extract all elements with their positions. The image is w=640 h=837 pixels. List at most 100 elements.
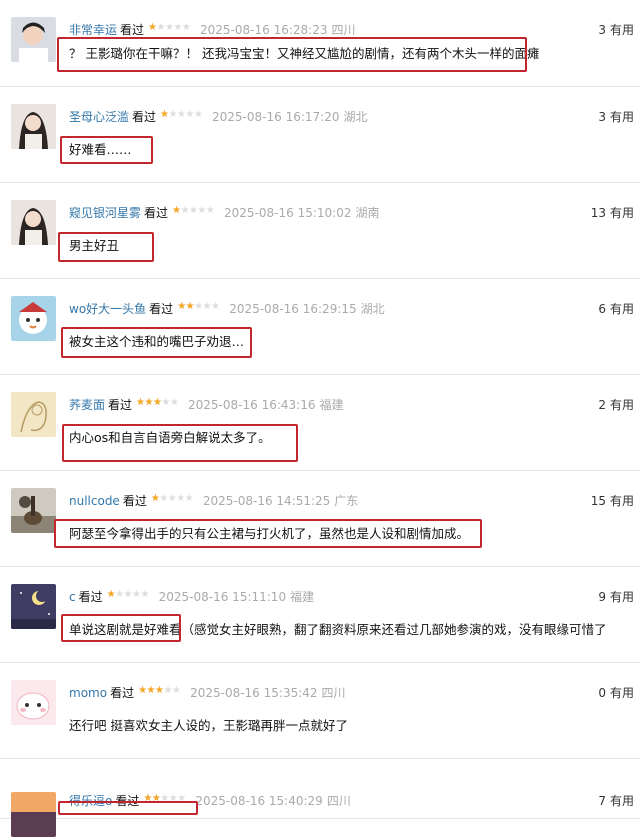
review-location: 广东 xyxy=(334,494,359,508)
useful-count: 13 xyxy=(590,206,606,220)
review-item: momo 看过 ★★★★★ ★★★ 2025-08-16 15:35:42 四川 0 有用 还行… xyxy=(0,663,640,759)
star-filled-icon: ★ xyxy=(172,205,181,216)
rating-stars: ★★★★★ ★ xyxy=(151,493,197,506)
review-time: 2025-08-16 14:51:25 xyxy=(202,494,331,508)
useful-vote[interactable]: 0 有用 xyxy=(598,684,634,702)
star-filled-icon: ★★ xyxy=(177,301,195,312)
useful-vote[interactable]: 7 有用 xyxy=(598,792,634,810)
review-item: 圣母心泛滥 看过 ★★★★★ ★ 2025-08-16 16:17:20 湖北 3 有用 好难看… xyxy=(0,87,640,183)
review-item: nullcode 看过 ★★★★★ ★ 2025-08-16 14:51:25 广东 15 有… xyxy=(0,471,640,567)
user-avatar[interactable] xyxy=(11,792,56,837)
review-item: wo好大一头鱼 看过 ★★★★★ ★★ 2025-08-16 16:29:15 湖北 6 有用… xyxy=(0,279,640,375)
girl-icon xyxy=(11,200,56,245)
username-link[interactable]: c xyxy=(69,590,76,604)
review-meta: c 看过 ★★★★★ ★ 2025-08-16 15:11:10 福建 xyxy=(69,588,314,606)
star-filled-icon: ★ xyxy=(150,493,160,504)
review-time: 2025-08-16 16:29:15 xyxy=(229,302,357,316)
review-time: 2025-08-16 16:28:23 xyxy=(200,23,328,37)
useful-label: 有用 xyxy=(609,302,634,316)
star-filled-icon: ★ xyxy=(148,22,157,33)
rating-stars: ★★★★★ ★★★ xyxy=(136,397,182,410)
watched-label: 看过 xyxy=(110,686,135,700)
highlight-box xyxy=(58,801,198,815)
review-item: 非常幸运 看过 ★★★★★ ★ 2025-08-16 16:28:23 四川 3 有用？ 王影… xyxy=(0,0,640,87)
useful-count: 3 xyxy=(598,23,606,37)
username-link[interactable]: momo xyxy=(69,686,107,700)
useful-vote[interactable]: 3 有用 xyxy=(598,21,634,39)
highlight-box xyxy=(62,424,298,462)
useful-count: 3 xyxy=(598,110,606,124)
highlight-box xyxy=(61,327,252,358)
review-meta: momo 看过 ★★★★★ ★★★ 2025-08-16 15:35:42 四川 xyxy=(69,684,346,702)
watched-label: 看过 xyxy=(78,590,103,604)
review-location: 湖北 xyxy=(343,110,368,124)
username-link[interactable]: wo好大一头鱼 xyxy=(69,302,146,316)
sketch-icon xyxy=(11,392,56,437)
useful-label: 有用 xyxy=(609,794,634,808)
highlight-box xyxy=(54,519,482,548)
useful-vote[interactable]: 15 有用 xyxy=(591,492,634,510)
highlight-box xyxy=(58,232,154,262)
review-time: 2025-08-16 16:43:16 xyxy=(188,398,316,412)
watched-label: 看过 xyxy=(122,494,147,508)
review-time: 2025-08-16 15:11:10 xyxy=(158,590,287,604)
review-location: 湖南 xyxy=(355,206,380,220)
rating-stars: ★★★★★ ★ xyxy=(148,22,194,35)
review-time: 2025-08-16 15:40:29 xyxy=(195,794,323,808)
useful-count: 2 xyxy=(598,398,606,412)
review-item: 得乐逗o 看过 ★★★★★ ★★ 2025-08-16 15:40:29 四川 7 有用 xyxy=(0,759,640,837)
username-link[interactable]: 圣母心泛滥 xyxy=(69,110,129,124)
sunset-icon xyxy=(11,792,56,837)
useful-vote[interactable]: 9 有用 xyxy=(598,588,634,606)
highlight-box xyxy=(61,614,181,642)
watched-label: 看过 xyxy=(144,206,169,220)
username-link[interactable]: 荞麦面 xyxy=(69,398,105,412)
rating-stars: ★★★★★ ★★ xyxy=(177,301,223,314)
useful-count: 7 xyxy=(598,794,606,808)
user-avatar[interactable] xyxy=(11,296,56,341)
watched-label: 看过 xyxy=(149,302,174,316)
star-filled-icon: ★★★ xyxy=(136,397,162,408)
user-avatar[interactable] xyxy=(11,200,56,245)
useful-vote[interactable]: 6 有用 xyxy=(598,300,634,318)
review-meta: 窥见银河星雾 看过 ★★★★★ ★ 2025-08-16 15:10:02 湖南 xyxy=(69,204,380,222)
review-location: 福建 xyxy=(319,398,344,412)
review-item: 荞麦面 看过 ★★★★★ ★★★ 2025-08-16 16:43:16 福建 2 有用 内心o… xyxy=(0,375,640,471)
review-location: 四川 xyxy=(321,686,346,700)
review-time: 2025-08-16 15:10:02 xyxy=(224,206,352,220)
cartoon-bird-icon xyxy=(11,296,56,341)
review-meta: nullcode 看过 ★★★★★ ★ 2025-08-16 14:51:25 广东 xyxy=(69,492,358,510)
useful-label: 有用 xyxy=(609,110,634,124)
user-avatar[interactable] xyxy=(11,584,56,629)
star-filled-icon: ★ xyxy=(160,109,169,120)
boy-icon xyxy=(11,17,56,62)
rating-stars: ★★★★★ ★ xyxy=(160,109,206,122)
username-link[interactable]: 非常幸运 xyxy=(69,23,117,37)
user-avatar[interactable] xyxy=(11,392,56,437)
review-item: 窥见银河星雾 看过 ★★★★★ ★ 2025-08-16 15:10:02 湖南 13 有用男… xyxy=(0,183,640,279)
useful-label: 有用 xyxy=(609,398,634,412)
review-item: c 看过 ★★★★★ ★ 2025-08-16 15:11:10 福建 9 有用 单说这剧就是好… xyxy=(0,567,640,663)
review-location: 四川 xyxy=(326,794,351,808)
user-avatar[interactable] xyxy=(11,104,56,149)
useful-label: 有用 xyxy=(609,686,634,700)
review-location: 福建 xyxy=(290,590,315,604)
review-meta: wo好大一头鱼 看过 ★★★★★ ★★ 2025-08-16 16:29:15 湖北 xyxy=(69,300,385,318)
useful-vote[interactable]: 2 有用 xyxy=(598,396,634,414)
rating-stars: ★★★★★ ★ xyxy=(107,589,153,602)
useful-label: 有用 xyxy=(609,23,634,37)
review-time: 2025-08-16 15:35:42 xyxy=(190,686,318,700)
user-avatar[interactable] xyxy=(11,680,56,725)
user-avatar[interactable] xyxy=(11,17,56,62)
username-link[interactable]: 窥见银河星雾 xyxy=(69,206,141,220)
review-location: 四川 xyxy=(331,23,356,37)
review-meta: 圣母心泛滥 看过 ★★★★★ ★ 2025-08-16 16:17:20 湖北 xyxy=(69,108,368,126)
user-avatar[interactable] xyxy=(11,488,56,533)
rating-stars: ★★★★★ ★ xyxy=(172,205,218,218)
moon-icon xyxy=(11,584,56,629)
useful-vote[interactable]: 13 有用 xyxy=(591,204,634,222)
rating-stars: ★★★★★ ★★★ xyxy=(138,685,184,698)
useful-label: 有用 xyxy=(609,494,634,508)
useful-vote[interactable]: 3 有用 xyxy=(598,108,634,126)
username-link[interactable]: nullcode xyxy=(69,494,120,508)
